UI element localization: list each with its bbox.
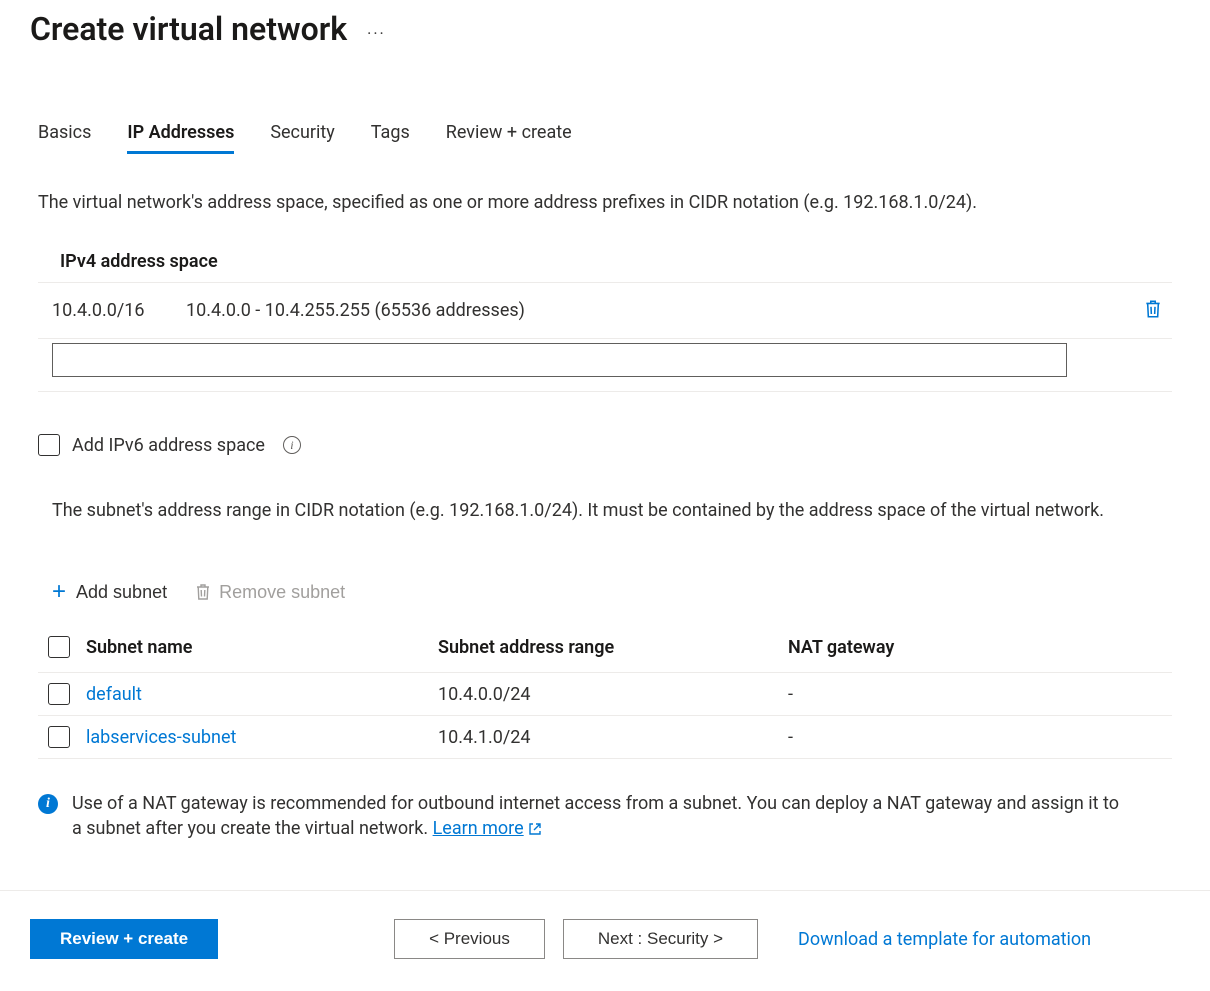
subnet-nat: - (788, 727, 1172, 748)
subnet-description: The subnet's address range in CIDR notat… (38, 498, 1172, 524)
column-header-name: Subnet name (86, 637, 438, 658)
external-link-icon (528, 822, 542, 836)
subnet-table: Subnet name Subnet address range NAT gat… (38, 626, 1172, 759)
subnet-row-checkbox[interactable] (48, 683, 70, 705)
review-create-button[interactable]: Review + create (30, 919, 218, 959)
subnet-nat: - (788, 684, 1172, 705)
info-banner-text: Use of a NAT gateway is recommended for … (72, 793, 1119, 839)
table-row: default 10.4.0.0/24 - (38, 673, 1172, 716)
info-icon[interactable]: i (283, 436, 301, 454)
subnet-row-checkbox[interactable] (48, 726, 70, 748)
tab-review-create[interactable]: Review + create (446, 122, 572, 154)
learn-more-label: Learn more (433, 816, 524, 841)
download-template-link[interactable]: Download a template for automation (798, 929, 1091, 950)
plus-icon: + (52, 580, 66, 604)
column-header-range: Subnet address range (438, 637, 788, 658)
tab-tags[interactable]: Tags (371, 122, 410, 154)
select-all-checkbox[interactable] (48, 636, 70, 658)
tab-security[interactable]: Security (270, 122, 334, 154)
column-header-nat: NAT gateway (788, 637, 1172, 658)
add-subnet-button[interactable]: + Add subnet (52, 580, 167, 604)
delete-address-space-button[interactable] (1134, 295, 1172, 326)
ipv4-address-space-heading: IPv4 address space (38, 251, 1172, 283)
next-button[interactable]: Next : Security > (563, 919, 758, 959)
subnet-name-link[interactable]: default (86, 684, 142, 705)
footer: Review + create < Previous Next : Securi… (0, 890, 1210, 991)
address-space-description: The virtual network's address space, spe… (38, 190, 1172, 215)
remove-subnet-label: Remove subnet (219, 582, 345, 603)
trash-icon (195, 583, 211, 601)
tabs: Basics IP Addresses Security Tags Review… (38, 122, 1172, 154)
new-address-space-input[interactable] (52, 343, 1067, 377)
add-subnet-label: Add subnet (76, 582, 167, 603)
address-range: 10.4.0.0 - 10.4.255.255 (65536 addresses… (186, 300, 1134, 321)
address-space-row: 10.4.0.0/16 10.4.0.0 - 10.4.255.255 (655… (38, 283, 1172, 339)
add-ipv6-label: Add IPv6 address space (72, 435, 265, 456)
tab-basics[interactable]: Basics (38, 122, 91, 154)
learn-more-link[interactable]: Learn more (433, 816, 542, 841)
add-ipv6-checkbox[interactable] (38, 434, 60, 456)
subnet-range: 10.4.0.0/24 (438, 684, 788, 705)
trash-icon (1144, 299, 1162, 319)
previous-button[interactable]: < Previous (394, 919, 545, 959)
tab-ip-addresses[interactable]: IP Addresses (127, 122, 234, 154)
info-banner: i Use of a NAT gateway is recommended fo… (38, 791, 1172, 841)
remove-subnet-button: Remove subnet (195, 582, 345, 603)
subnet-range: 10.4.1.0/24 (438, 727, 788, 748)
subnet-name-link[interactable]: labservices-subnet (86, 727, 236, 748)
more-icon[interactable]: ··· (367, 16, 386, 43)
table-row: labservices-subnet 10.4.1.0/24 - (38, 716, 1172, 759)
page-title: Create virtual network (30, 10, 347, 48)
info-icon: i (38, 794, 58, 814)
address-cidr: 10.4.0.0/16 (52, 300, 186, 321)
